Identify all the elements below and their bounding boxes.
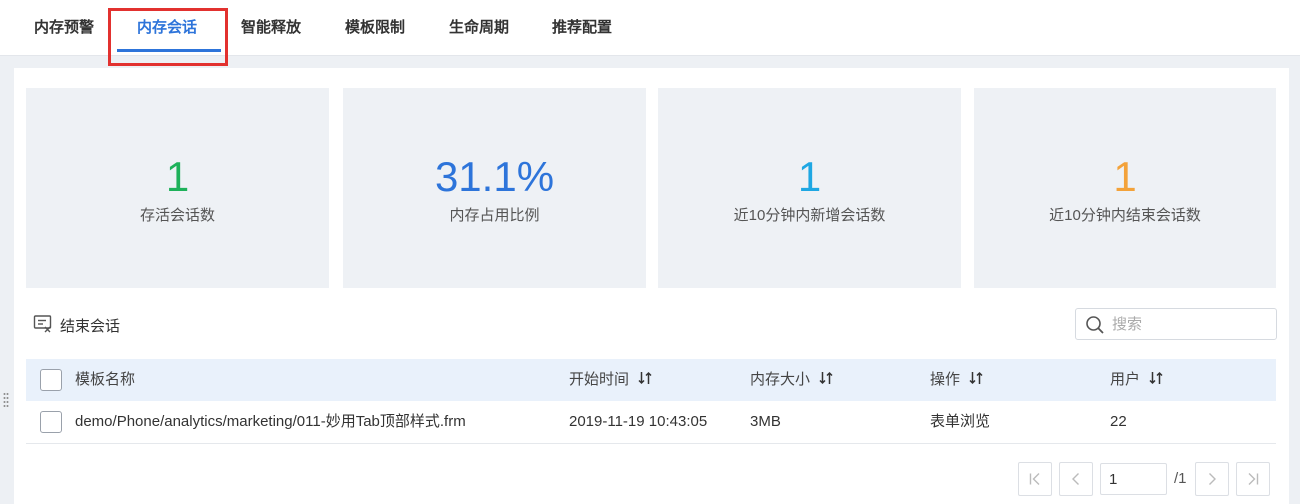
chevron-right-icon <box>1209 473 1216 485</box>
stat-label: 内存占用比例 <box>449 207 540 224</box>
next-page-button[interactable] <box>1195 462 1229 496</box>
column-header-memory-size: 内存大小 <box>750 371 811 388</box>
end-session-label: 结束会话 <box>60 318 121 335</box>
tab-template-limit[interactable]: 模板限制 <box>345 0 405 56</box>
search-icon <box>1086 316 1104 334</box>
column-header-operation-wrap: 操作 <box>930 359 984 401</box>
stat-label: 近10分钟内结束会话数 <box>1049 207 1201 224</box>
search-box <box>1075 308 1277 340</box>
table-row[interactable]: demo/Phone/analytics/marketing/011-妙用Tab… <box>26 401 1276 444</box>
main-panel: 1 存活会话数 31.1% 内存占用比例 1 近10分钟内新增会话数 1 近10… <box>14 68 1289 504</box>
stat-value: 1 <box>797 153 822 200</box>
cell-template-name: demo/Phone/analytics/marketing/011-妙用Tab… <box>75 413 466 430</box>
cell-operation: 表单浏览 <box>930 413 991 430</box>
tab-memory-warning[interactable]: 内存预警 <box>34 0 94 56</box>
first-page-icon <box>1029 473 1040 485</box>
page-number-input[interactable] <box>1100 463 1167 495</box>
session-table: 模板名称 开始时间 内存大小 操作 用户 demo/Phone/analytic… <box>26 359 1276 444</box>
cell-start-time: 2019-11-19 10:43:05 <box>569 413 708 430</box>
column-header-memory-size-wrap: 内存大小 <box>750 359 834 401</box>
tab-memory-session[interactable]: 内存会话 <box>137 0 197 56</box>
column-header-user: 用户 <box>1110 371 1141 388</box>
first-page-button[interactable] <box>1018 462 1052 496</box>
sort-icon[interactable] <box>818 370 834 386</box>
select-all-checkbox[interactable] <box>40 369 62 391</box>
stat-card-ended-sessions: 1 近10分钟内结束会话数 <box>974 88 1276 288</box>
column-header-operation: 操作 <box>930 371 961 388</box>
stat-card-memory-ratio: 31.1% 内存占用比例 <box>343 88 646 288</box>
column-header-user-wrap: 用户 <box>1110 359 1164 401</box>
stat-label: 近10分钟内新增会话数 <box>733 207 886 224</box>
chevron-left-icon <box>1072 473 1079 485</box>
stat-value: 31.1% <box>434 153 555 200</box>
active-tab-indicator <box>117 49 221 52</box>
search-input[interactable] <box>1112 313 1267 335</box>
end-session-icon <box>33 315 52 333</box>
tab-lifecycle[interactable]: 生命周期 <box>449 0 509 56</box>
stat-value: 1 <box>1113 153 1137 200</box>
page-total: /1 <box>1174 470 1187 487</box>
stat-card-alive-sessions: 1 存活会话数 <box>26 88 329 288</box>
tab-recommended-config[interactable]: 推荐配置 <box>552 0 612 56</box>
last-page-button[interactable] <box>1236 462 1270 496</box>
column-header-template-name: 模板名称 <box>75 371 136 388</box>
stat-label: 存活会话数 <box>139 207 215 224</box>
sort-icon[interactable] <box>968 370 984 386</box>
row-checkbox[interactable] <box>40 411 62 433</box>
stat-card-new-sessions: 1 近10分钟内新增会话数 <box>658 88 961 288</box>
table-header: 模板名称 开始时间 内存大小 操作 用户 <box>26 359 1276 401</box>
prev-page-button[interactable] <box>1059 462 1093 496</box>
tab-smart-release[interactable]: 智能释放 <box>241 0 301 56</box>
sort-icon[interactable] <box>1148 370 1164 386</box>
cell-user: 22 <box>1110 413 1127 430</box>
last-page-icon <box>1248 473 1259 485</box>
drag-handle-icon[interactable] <box>3 392 9 410</box>
sort-icon[interactable] <box>637 370 653 386</box>
tab-bar: 内存预警 内存会话 智能释放 模板限制 生命周期 推荐配置 <box>0 0 1300 56</box>
column-header-start-time: 开始时间 <box>569 371 630 388</box>
cell-memory-size: 3MB <box>750 413 781 430</box>
column-header-start-time-wrap: 开始时间 <box>569 359 653 401</box>
stat-value: 1 <box>165 153 190 200</box>
